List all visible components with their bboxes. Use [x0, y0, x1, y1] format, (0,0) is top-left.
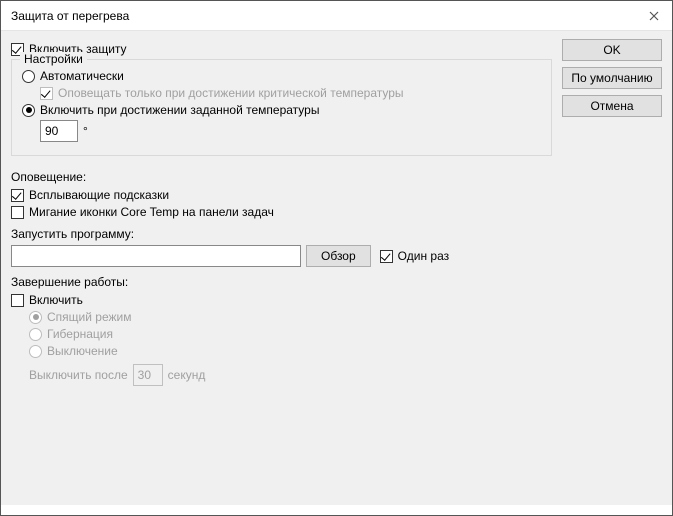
cancel-button[interactable]: Отмена — [562, 95, 662, 117]
once-checkbox[interactable] — [380, 250, 393, 263]
once-label: Один раз — [398, 249, 449, 263]
run-program-row: Обзор Один раз — [11, 245, 552, 267]
enable-shutdown-row[interactable]: Включить — [11, 293, 552, 307]
seconds-input — [133, 364, 163, 386]
program-path-input[interactable] — [11, 245, 301, 267]
temp-value-row: ° — [40, 120, 541, 142]
enable-at-temp-row[interactable]: Включить при достижении заданной темпера… — [22, 103, 541, 117]
temperature-input[interactable] — [40, 120, 78, 142]
flash-icon-row[interactable]: Мигание иконки Core Temp на панели задач — [11, 205, 552, 219]
enable-at-temp-label: Включить при достижении заданной темпера… — [40, 103, 319, 117]
popup-hints-checkbox[interactable] — [11, 189, 24, 202]
notification-section-label: Оповещение: — [11, 170, 552, 184]
popup-hints-label: Всплывающие подсказки — [29, 188, 169, 202]
notify-critical-label: Оповещать только при достижении критичес… — [58, 86, 404, 100]
poweroff-label: Выключение — [47, 344, 118, 358]
sleep-row: Спящий режим — [29, 310, 552, 324]
poweroff-row: Выключение — [29, 344, 552, 358]
browse-button[interactable]: Обзор — [306, 245, 371, 267]
enable-shutdown-label: Включить — [29, 293, 83, 307]
enable-shutdown-checkbox[interactable] — [11, 294, 24, 307]
titlebar: Защита от перегрева — [1, 1, 672, 31]
popup-hints-row[interactable]: Всплывающие подсказки — [11, 188, 552, 202]
close-icon — [649, 11, 659, 21]
seconds-label: секунд — [168, 368, 206, 382]
auto-radio[interactable] — [22, 70, 35, 83]
enable-at-temp-radio[interactable] — [22, 104, 35, 117]
ok-button[interactable]: OK — [562, 39, 662, 61]
flash-icon-label: Мигание иконки Core Temp на панели задач — [29, 205, 274, 219]
notify-critical-row: Оповещать только при достижении критичес… — [40, 86, 541, 100]
auto-row[interactable]: Автоматически — [22, 69, 541, 83]
content-area: Включить защиту Настройки Автоматически … — [1, 31, 672, 505]
window-title: Защита от перегрева — [11, 9, 129, 23]
settings-fieldset: Настройки Автоматически Оповещать только… — [11, 59, 552, 156]
degree-symbol: ° — [83, 124, 88, 138]
notify-critical-checkbox — [40, 87, 53, 100]
side-buttons: OK По умолчанию Отмена — [562, 39, 662, 491]
hibernate-label: Гибернация — [47, 327, 113, 341]
main-column: Включить защиту Настройки Автоматически … — [11, 39, 552, 491]
close-button[interactable] — [644, 6, 664, 26]
enable-protection-row[interactable]: Включить защиту — [11, 42, 552, 56]
default-button[interactable]: По умолчанию — [562, 67, 662, 89]
sleep-label: Спящий режим — [47, 310, 131, 324]
run-program-label: Запустить программу: — [11, 227, 552, 241]
dialog-window: Защита от перегрева Включить защиту Наст… — [0, 0, 673, 516]
hibernate-radio — [29, 328, 42, 341]
settings-legend: Настройки — [20, 52, 87, 66]
sleep-radio — [29, 311, 42, 324]
turnoff-after-row: Выключить после секунд — [29, 364, 552, 386]
turnoff-after-label: Выключить после — [29, 368, 128, 382]
auto-label: Автоматически — [40, 69, 124, 83]
flash-icon-checkbox[interactable] — [11, 206, 24, 219]
poweroff-radio — [29, 345, 42, 358]
hibernate-row: Гибернация — [29, 327, 552, 341]
shutdown-section-label: Завершение работы: — [11, 275, 552, 289]
